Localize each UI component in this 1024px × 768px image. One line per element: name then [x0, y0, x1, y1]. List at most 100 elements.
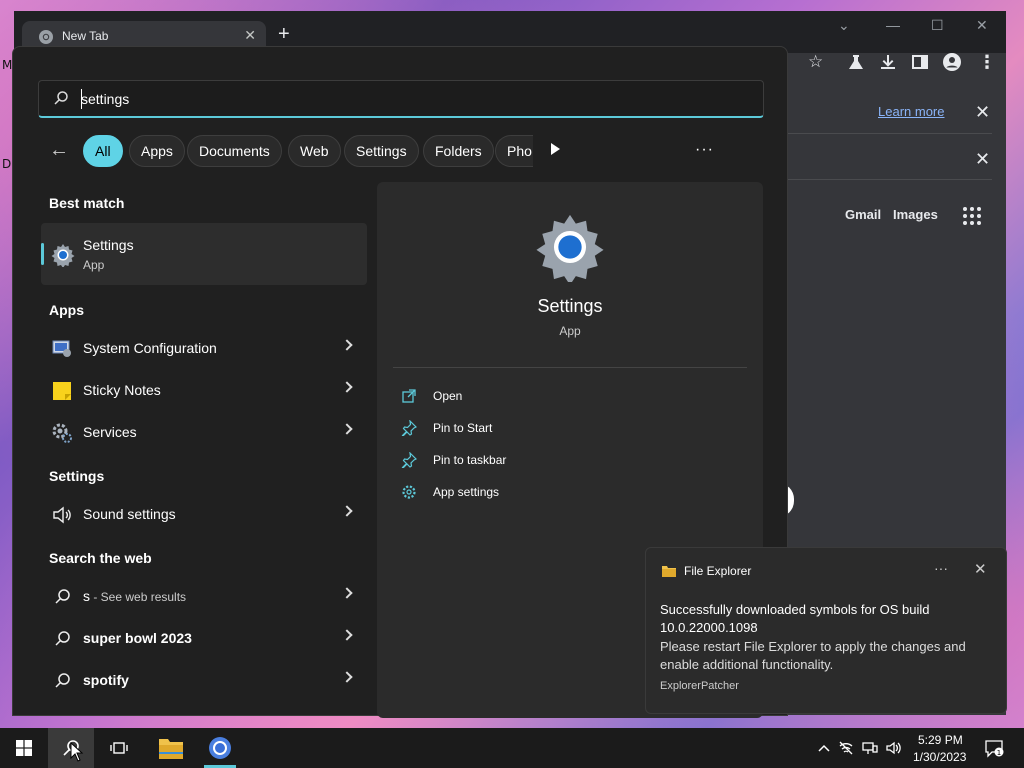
clock-time[interactable]: 5:29 PM: [918, 733, 963, 747]
settings-heading: Settings: [49, 468, 105, 484]
filter-chip-folders[interactable]: Folders: [423, 135, 494, 167]
search-query-text: settings: [81, 91, 130, 107]
list-item[interactable]: System Configuration: [41, 329, 367, 369]
search-icon: [55, 673, 70, 688]
tab-title: New Tab: [62, 29, 109, 43]
task-view-button[interactable]: [96, 728, 142, 768]
folder-icon: [159, 739, 183, 759]
mouse-cursor-icon: [70, 742, 84, 762]
profile-avatar-icon[interactable]: [942, 52, 962, 72]
filter-chip-apps[interactable]: Apps: [129, 135, 185, 167]
minimize-icon[interactable]: —: [886, 17, 900, 33]
side-panel-icon[interactable]: [910, 52, 930, 72]
search-web-heading: Search the web: [49, 550, 152, 566]
taskbar-search-button[interactable]: [48, 728, 94, 768]
list-item-label: Sticky Notes: [83, 382, 161, 398]
toast-app-name: File Explorer: [684, 564, 752, 578]
chevron-right-icon[interactable]: [341, 423, 353, 435]
search-icon: [54, 91, 68, 105]
clock-date[interactable]: 1/30/2023: [913, 750, 966, 764]
list-item-label: Services: [83, 424, 137, 440]
list-item[interactable]: Sound settings: [41, 495, 367, 535]
filter-chip-web[interactable]: Web: [288, 135, 341, 167]
toast-close-icon[interactable]: ✕: [974, 560, 987, 578]
filter-chip-all[interactable]: All: [83, 135, 123, 167]
divider: [393, 367, 747, 368]
sticky-notes-icon: [53, 382, 71, 400]
services-gear-icon: [52, 423, 72, 443]
filter-chip-photos[interactable]: Pho: [495, 135, 533, 167]
browser-menu-icon[interactable]: ⋮: [978, 52, 998, 72]
toast-headline: Successfully downloaded symbols for OS b…: [660, 602, 930, 635]
svg-text:1: 1: [997, 749, 1001, 757]
preview-sub: App: [559, 324, 581, 338]
infobar-close-icon[interactable]: ✕: [975, 102, 990, 123]
start-button[interactable]: [1, 728, 47, 768]
tab-close-icon[interactable]: ✕: [244, 27, 256, 44]
gear-icon: [402, 485, 416, 499]
network-ethernet-icon[interactable]: [862, 740, 878, 756]
chrome-taskbar-button[interactable]: [197, 728, 243, 768]
volume-icon[interactable]: [886, 740, 902, 756]
tab-search-icon[interactable]: ⌄: [838, 17, 850, 34]
chrome-icon: [209, 737, 231, 759]
infobar-secondary-close-icon[interactable]: ✕: [975, 149, 990, 170]
labs-flask-icon[interactable]: [846, 52, 866, 72]
open-external-icon: [402, 389, 416, 403]
toast-attribution: ExplorerPatcher: [660, 680, 739, 692]
back-arrow-icon[interactable]: ←: [49, 139, 69, 162]
learn-more-link[interactable]: Learn more: [878, 104, 944, 119]
system-config-icon: [52, 340, 71, 357]
best-match-heading: Best match: [49, 195, 125, 211]
list-item[interactable]: s - See web results: [41, 577, 367, 617]
settings-gear-icon: [51, 244, 75, 267]
best-match-sub: App: [83, 258, 105, 272]
best-match-label: Settings: [83, 237, 134, 253]
best-match-item[interactable]: Settings App: [41, 223, 367, 285]
search-input[interactable]: settings: [38, 80, 764, 118]
pin-icon: [401, 420, 417, 436]
gmail-link[interactable]: Gmail: [845, 207, 881, 222]
filter-chip-settings[interactable]: Settings: [344, 135, 419, 167]
list-item[interactable]: spotify: [41, 661, 367, 701]
more-options-icon[interactable]: ···: [695, 141, 714, 159]
list-item-label: System Configuration: [83, 340, 217, 356]
chevron-right-icon[interactable]: [341, 505, 353, 517]
toast-more-icon[interactable]: ···: [934, 560, 948, 576]
list-item[interactable]: Services: [41, 413, 367, 453]
toast-body: Please restart File Explorer to apply th…: [660, 639, 966, 672]
speaker-icon: [53, 506, 71, 524]
list-item-label: super bowl 2023: [83, 630, 192, 646]
filter-chip-documents[interactable]: Documents: [187, 135, 282, 167]
chevron-right-icon[interactable]: [341, 587, 353, 599]
action-center-icon[interactable]: 1: [984, 738, 1004, 758]
network-disconnected-icon[interactable]: [838, 740, 854, 756]
list-item[interactable]: super bowl 2023: [41, 619, 367, 659]
chevron-up-icon[interactable]: [816, 740, 832, 756]
bookmark-star-icon[interactable]: ☆: [808, 52, 828, 72]
search-icon: [55, 631, 70, 646]
chevron-right-icon[interactable]: [341, 629, 353, 641]
apps-heading: Apps: [49, 302, 84, 318]
file-explorer-taskbar-button[interactable]: [148, 728, 194, 768]
settings-gear-icon: [536, 214, 604, 282]
maximize-icon[interactable]: ☐: [931, 17, 944, 34]
notification-toast[interactable]: File Explorer ··· ✕ Successfully downloa…: [645, 547, 1007, 714]
chevron-right-icon[interactable]: [341, 381, 353, 393]
new-tab-button[interactable]: +: [278, 23, 290, 46]
images-link[interactable]: Images: [893, 207, 938, 222]
desktop-icon-label: D: [2, 157, 12, 171]
download-icon[interactable]: [878, 52, 898, 72]
taskbar: 1: [0, 728, 1024, 768]
list-item[interactable]: Sticky Notes: [41, 371, 367, 411]
list-item-label: s - See web results: [83, 588, 187, 604]
windows-logo-icon: [16, 740, 32, 756]
close-window-icon[interactable]: ✕: [976, 17, 988, 34]
infobar-secondary: [772, 136, 992, 180]
chevron-right-icon[interactable]: [341, 671, 353, 683]
chevron-right-icon[interactable]: [341, 339, 353, 351]
filter-scroll-next-icon[interactable]: [551, 143, 560, 155]
desktop-icon-label: M: [2, 58, 13, 72]
preview-title: Settings: [537, 296, 603, 316]
google-apps-icon[interactable]: [963, 207, 981, 225]
